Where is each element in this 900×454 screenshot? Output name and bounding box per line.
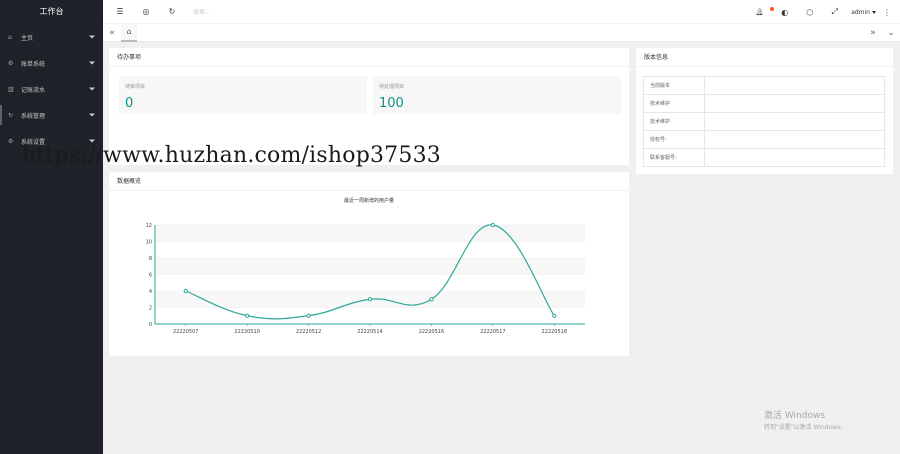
x-tick-label: 22220517 <box>480 329 505 335</box>
data-point <box>552 313 557 318</box>
y-tick-label: 2 <box>149 306 152 312</box>
data-point <box>183 288 188 294</box>
data-point <box>245 313 250 318</box>
data-point <box>429 297 434 302</box>
y-tick-label: 6 <box>149 273 152 279</box>
url-watermark: https://www.huzhan.com/ishop37533 <box>22 143 441 168</box>
y-tick-label: 8 <box>149 256 152 262</box>
grid-band <box>155 258 585 275</box>
x-tick-label: 22220518 <box>542 329 567 335</box>
grid-band <box>155 225 585 242</box>
y-tick-label: 0 <box>149 322 152 328</box>
y-tick-label: 10 <box>146 240 152 246</box>
y-tick-label: 4 <box>149 289 152 295</box>
windows-activation-title: 激活 Windows <box>764 411 826 421</box>
x-tick-label: 22220512 <box>296 329 321 335</box>
windows-activation-hint: 转到"设置"以激活 Windows。 <box>764 424 847 431</box>
x-tick-label: 22220510 <box>234 329 259 335</box>
x-tick-label: 22220514 <box>357 329 382 335</box>
data-point <box>367 297 373 302</box>
data-point <box>490 222 495 228</box>
x-tick-label: 22220516 <box>419 329 444 335</box>
x-tick-label: 22220507 <box>173 329 198 335</box>
y-tick-label: 12 <box>146 223 152 229</box>
line-chart: 0 2 4 6 8 10 12 22220507 22220510 22220512 2222051… <box>146 222 585 335</box>
data-point <box>306 313 311 318</box>
